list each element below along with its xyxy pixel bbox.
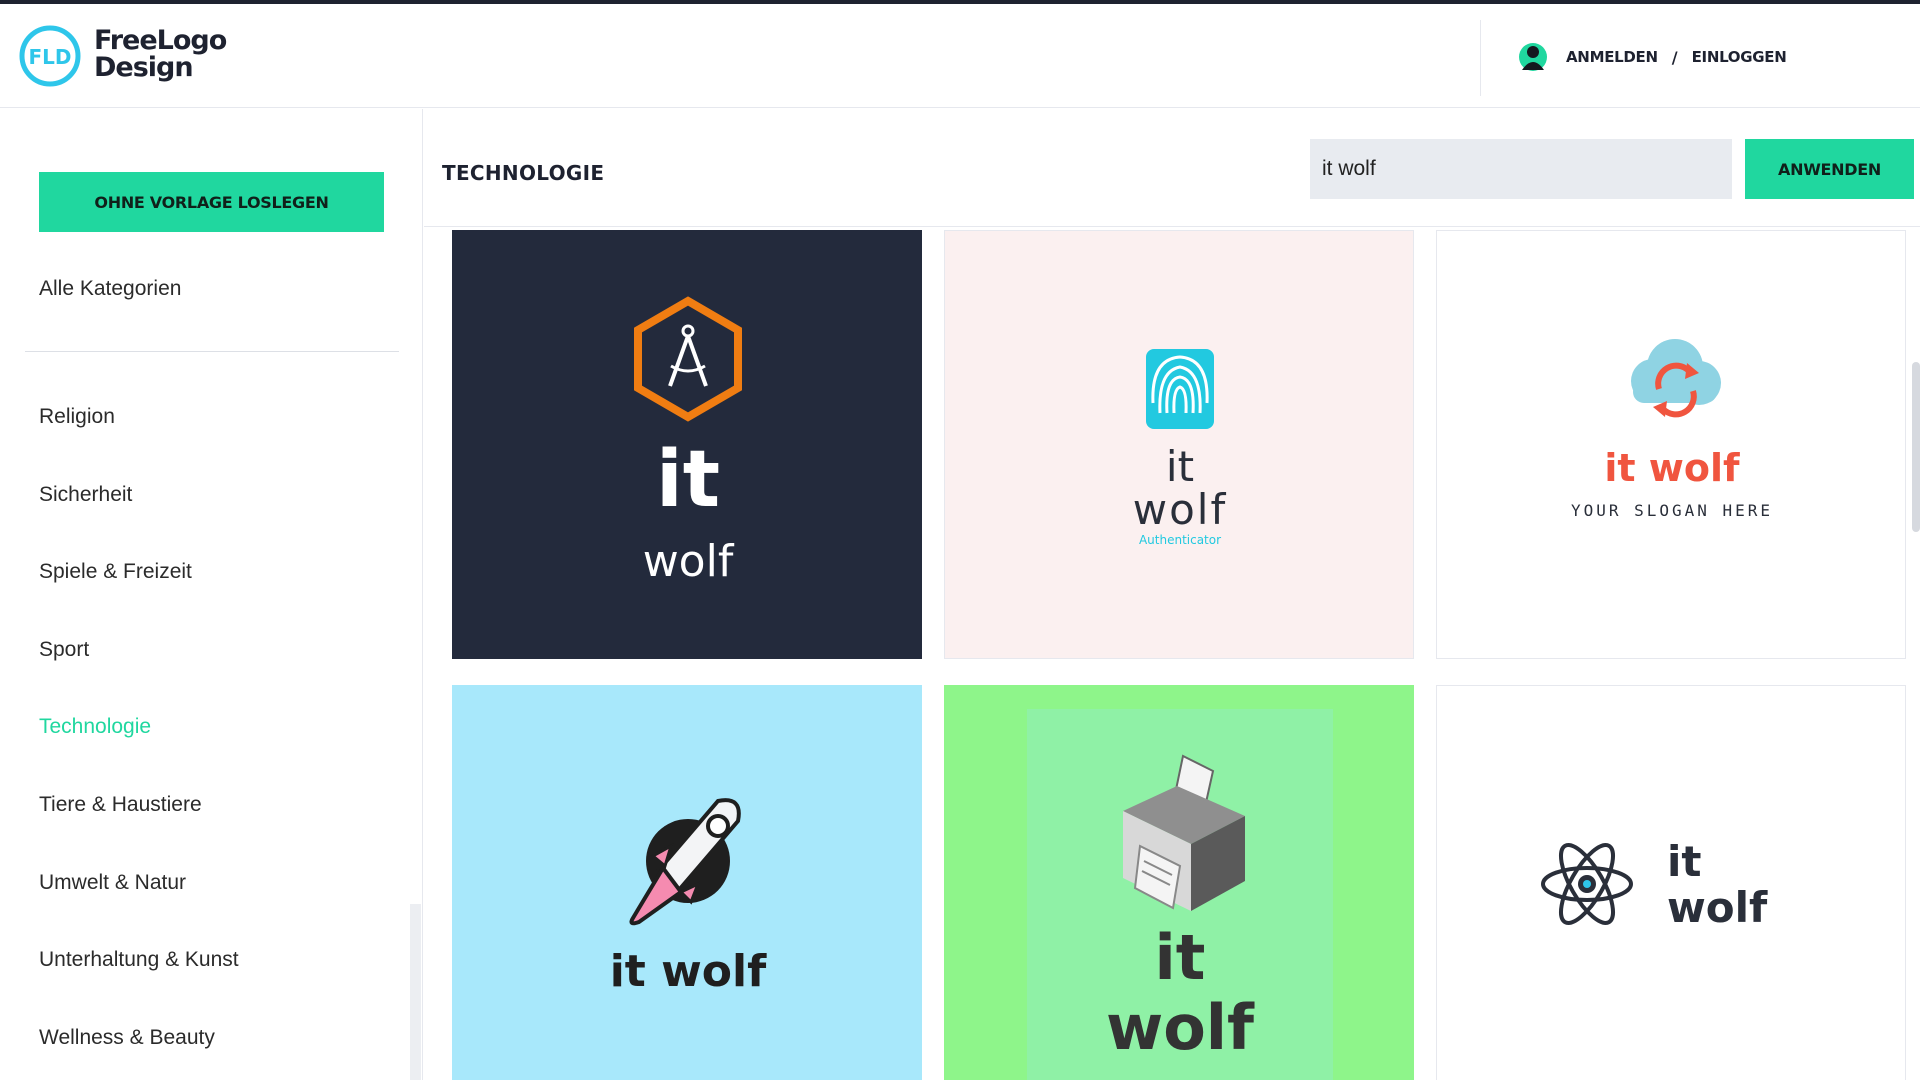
logo-card-2[interactable]: it wolf Authenticator (944, 230, 1414, 659)
logo-1-text-1: it (656, 435, 720, 525)
category-item-games[interactable]: Spiele & Freizeit (39, 560, 239, 638)
search-input[interactable] (1310, 139, 1732, 199)
logo-3-tagline: YOUR SLOGAN HERE (1571, 501, 1773, 520)
logo-6-text-2: wolf (1667, 883, 1768, 932)
logo-card-1[interactable]: it wolf (452, 230, 922, 659)
auth-separator: / (1671, 47, 1678, 67)
logo-abbr: FLD (28, 45, 71, 69)
category-item-entertainment[interactable]: Unterhaltung & Kunst (39, 948, 239, 1026)
logo-2-text-2: wolf (1133, 485, 1228, 534)
main-scrollbar-track[interactable] (1910, 230, 1920, 1080)
logo-grid: it wolf it wolf Authenticator it wolf YO… (452, 230, 1908, 1080)
category-item-religion[interactable]: Religion (39, 405, 239, 483)
logo-5-text-1: it (1155, 921, 1206, 994)
sidebar-divider (25, 351, 399, 352)
start-without-template-button[interactable]: OHNE VORLAGE LOSLEGEN (39, 172, 384, 232)
hexagon-compass-icon (634, 296, 742, 422)
category-item-wellness[interactable]: Wellness & Beauty (39, 1026, 239, 1080)
logo-4-text-1: it wolf (610, 946, 767, 997)
logo-3-text-1: it wolf (1604, 446, 1740, 490)
category-item-technology[interactable]: Technologie (39, 715, 239, 793)
atom-icon (1541, 843, 1633, 925)
login-link[interactable]: EINLOGGEN (1692, 48, 1787, 66)
logo-line-1: FreeLogo (94, 25, 227, 56)
category-list: Religion Sicherheit Spiele & Freizeit Sp… (39, 405, 239, 1080)
logo-card-5[interactable]: it wolf (944, 685, 1414, 1080)
header-divider (1480, 20, 1481, 96)
page-title: TECHNOLOGIE (442, 161, 605, 185)
cloud-sync-icon (1631, 339, 1721, 418)
apply-button[interactable]: ANWENDEN (1745, 139, 1914, 199)
logo-1-text-2: wolf (643, 536, 735, 587)
logo-2-text-1: it (1166, 442, 1194, 491)
category-item-sport[interactable]: Sport (39, 638, 239, 716)
main-scrollbar-thumb[interactable] (1912, 362, 1920, 532)
sidebar-scrollbar[interactable] (410, 904, 421, 1080)
site-header: FLD FreeLogo Design ANMELDEN / EINLOGGEN (0, 4, 1920, 108)
category-item-security[interactable]: Sicherheit (39, 483, 239, 561)
logo-line-2: Design (94, 52, 194, 83)
logo-card-3[interactable]: it wolf YOUR SLOGAN HERE (1436, 230, 1906, 659)
main-toolbar: TECHNOLOGIE ANWENDEN (424, 109, 1920, 227)
category-item-nature[interactable]: Umwelt & Natur (39, 871, 239, 949)
auth-area: ANMELDEN / EINLOGGEN (1518, 40, 1787, 74)
fingerprint-icon (1146, 349, 1214, 429)
logo-card-6[interactable]: it wolf (1436, 685, 1906, 1080)
logo-badge-icon: FLD (18, 14, 82, 94)
category-sidebar: OHNE VORLAGE LOSLEGEN Alle Kategorien Re… (0, 109, 423, 1080)
logo-2-tagline: Authenticator (1139, 533, 1221, 547)
site-logo[interactable]: FLD FreeLogo Design (18, 14, 227, 94)
all-categories-link[interactable]: Alle Kategorien (39, 277, 181, 301)
rocket-icon (629, 798, 741, 926)
logo-6-text-1: it (1667, 837, 1701, 886)
register-link[interactable]: ANMELDEN (1566, 48, 1658, 66)
user-avatar-icon (1518, 40, 1548, 74)
logo-5-text-2: wolf (1106, 991, 1255, 1064)
logo-card-4[interactable]: it wolf (452, 685, 922, 1080)
category-item-animals[interactable]: Tiere & Haustiere (39, 793, 239, 871)
